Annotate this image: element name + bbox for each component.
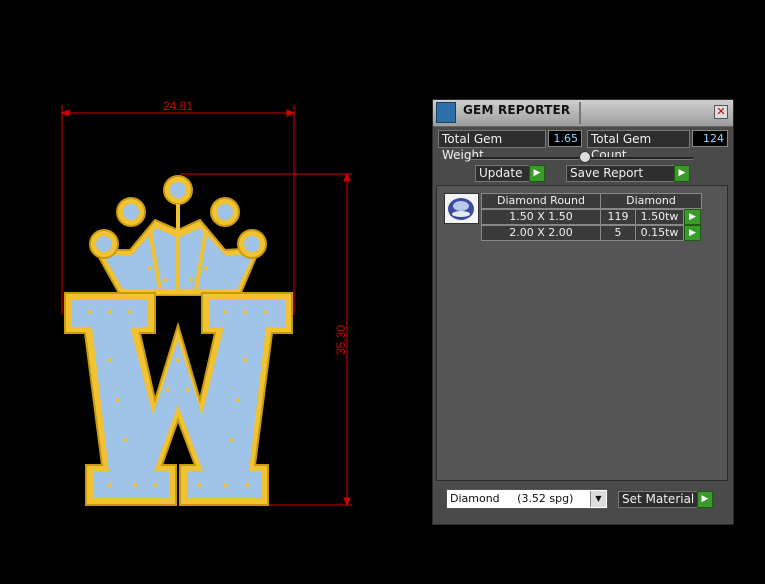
panel-titlebar[interactable]: GEM REPORTER ✕ bbox=[433, 100, 733, 127]
chevron-down-icon: ▼ bbox=[590, 491, 606, 507]
update-button-label: Update bbox=[479, 166, 523, 180]
total-gem-count-label: Total Gem Count bbox=[587, 130, 690, 162]
crown bbox=[89, 175, 267, 296]
titlebar-divider bbox=[579, 102, 581, 124]
close-icon[interactable]: ✕ bbox=[714, 105, 728, 119]
gem-shape-header: Diamond Round bbox=[481, 193, 601, 209]
slider-handle[interactable] bbox=[579, 151, 591, 163]
gem-material-header: Diamond bbox=[600, 193, 702, 209]
gem-size: 1.50 X 1.50 bbox=[481, 209, 601, 225]
gem-reporter-panel: GEM REPORTER ✕ Total Gem Weight 1.65 Tot… bbox=[432, 99, 734, 525]
gem-list: Diamond Round Diamond 1.50 X 1.50 119 1.… bbox=[436, 185, 728, 481]
play-arrow-icon: ▶ bbox=[674, 165, 690, 182]
gem-count: 119 bbox=[600, 209, 636, 225]
pendant-model: 24.81 35.30 bbox=[60, 99, 352, 507]
gem-weight: 1.50tw bbox=[635, 209, 684, 225]
model-viewport[interactable]: 24.81 35.30 bbox=[0, 0, 430, 580]
material-select-value: Diamond (3.52 spg) bbox=[450, 492, 574, 505]
play-arrow-icon: ▶ bbox=[697, 491, 713, 508]
gem-reporter-icon bbox=[436, 102, 456, 123]
play-arrow-icon: ▶ bbox=[529, 165, 545, 182]
gem-weight: 0.15tw bbox=[635, 225, 684, 241]
gem-size: 2.00 X 2.00 bbox=[481, 225, 601, 241]
total-gem-count-value: 124 bbox=[692, 130, 728, 147]
width-dimension-label: 24.81 bbox=[163, 99, 193, 113]
letter-w bbox=[64, 292, 293, 506]
row-select-arrow-icon[interactable]: ▶ bbox=[684, 209, 701, 225]
height-dimension-label: 35.30 bbox=[334, 325, 348, 355]
set-material-button-label: Set Material bbox=[622, 492, 695, 506]
total-gem-weight-value: 1.65 bbox=[548, 130, 582, 147]
row-select-arrow-icon[interactable]: ▶ bbox=[684, 225, 701, 241]
save-report-button-label: Save Report bbox=[570, 166, 644, 180]
material-select[interactable]: Diamond (3.52 spg) ▼ bbox=[446, 489, 608, 509]
total-gem-weight-label: Total Gem Weight bbox=[438, 130, 546, 162]
gem-count: 5 bbox=[600, 225, 636, 241]
diamond-round-icon bbox=[444, 193, 479, 224]
update-button[interactable]: Update ▶ bbox=[475, 165, 545, 182]
panel-title: GEM REPORTER bbox=[463, 103, 571, 117]
save-report-button[interactable]: Save Report ▶ bbox=[566, 165, 690, 182]
set-material-button[interactable]: Set Material ▶ bbox=[618, 491, 713, 508]
